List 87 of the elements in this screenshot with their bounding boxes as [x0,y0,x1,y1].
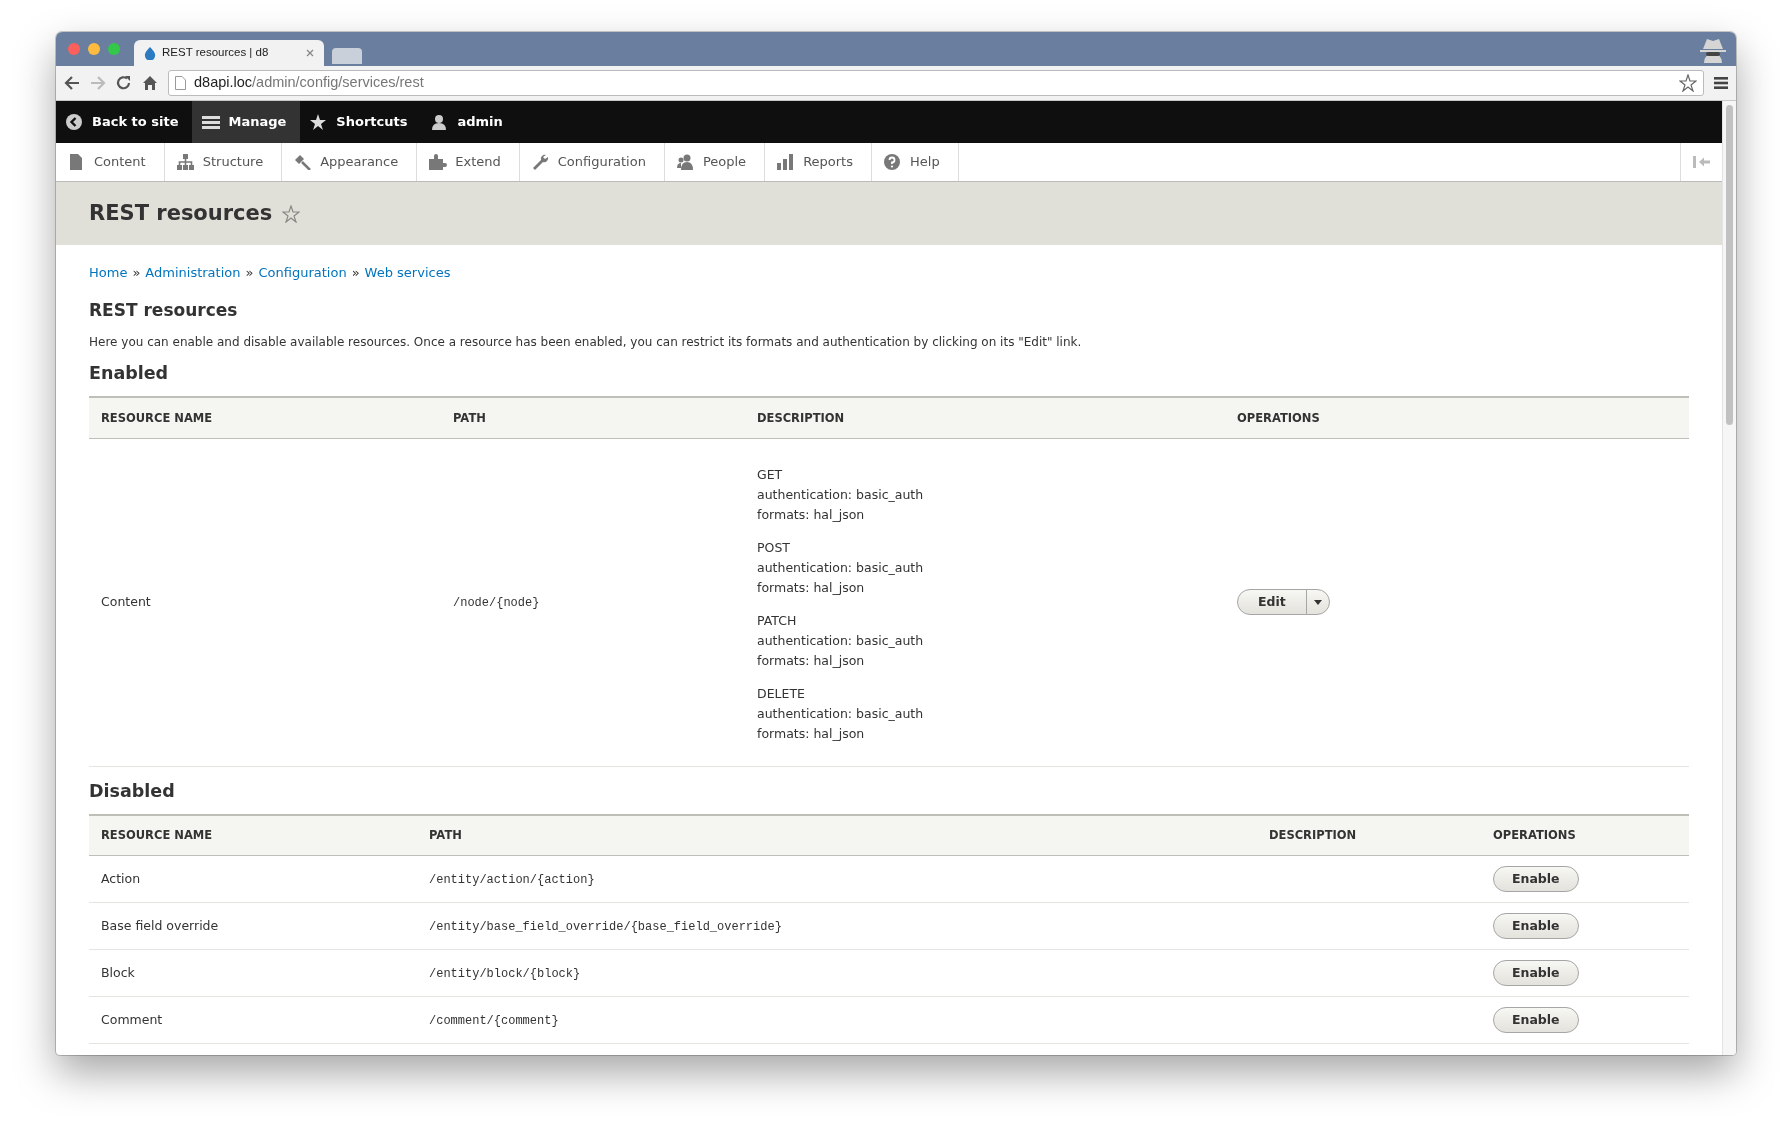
table-cell: Action [101,871,141,886]
caret-icon [1313,599,1322,605]
tray-menu-link[interactable]: Help [872,143,959,181]
breadcrumb-link[interactable]: Administration [145,263,241,283]
paintbrush-icon [294,154,313,170]
star-icon[interactable] [282,204,301,223]
breadcrumb-link[interactable]: Web services [364,263,451,283]
description-line: formats: hal_json [757,724,866,743]
wrench-icon [531,154,550,170]
breadcrumb-separator: » [351,264,360,283]
breadcrumb-link[interactable]: Configuration [258,263,347,283]
menu-icon [202,114,221,130]
reload-icon[interactable] [116,75,132,91]
menu-icon[interactable] [1714,76,1728,90]
table-cell: /entity/block/{block} [429,966,581,981]
description-line: authentication: basic_auth [757,558,925,577]
edit-button[interactable]: Edit [1237,589,1307,616]
home-icon[interactable] [142,75,158,91]
tray-menu-link[interactable]: Structure [164,143,283,181]
description-line: formats: hal_json [757,505,866,524]
address-field[interactable]: d8api.loc/admin/config/services/rest [168,70,1704,96]
tray-menu-link[interactable]: Configuration [519,143,665,181]
help-icon [884,154,902,170]
table-cell: Comment [101,1012,163,1027]
page-icon [175,76,186,90]
column-header: OPERATIONS [1237,410,1320,425]
close-icon[interactable] [306,49,314,57]
people-icon [676,154,695,170]
breadcrumb-separator: » [132,264,141,283]
tray-menu-link[interactable]: Reports [765,143,872,181]
column-header: PATH [429,828,462,842]
description-line: authentication: basic_auth [757,704,925,723]
star-icon[interactable] [1679,74,1697,92]
enable-button[interactable]: Enable [1493,960,1579,987]
table-heading: Disabled [89,780,176,802]
puzzle-icon [429,154,448,170]
enable-button[interactable]: Enable [1493,913,1579,940]
description-line: formats: hal_json [757,578,866,597]
column-header: RESOURCE NAME [101,410,213,425]
method-label: POST [757,538,791,557]
tray-menu-link[interactable]: Extend [417,143,520,181]
table-cell: Block [101,965,135,980]
window-control-button[interactable] [108,43,120,55]
toolbar-tab[interactable]: Manage [192,101,301,143]
table-cell: Base field override [101,918,219,933]
method-label: DELETE [757,684,806,703]
method-label: GET [757,465,784,484]
section-heading: REST resources [89,300,239,321]
table-cell: Content [101,594,151,609]
page-title: REST resources [89,200,273,227]
column-header: PATH [453,410,486,425]
description-line: authentication: basic_auth [757,631,925,650]
browser-tab[interactable]: REST resources | d8 [134,40,324,66]
toolbar-tab[interactable]: Back to site [56,101,193,143]
tray-menu-link[interactable]: People [664,143,766,181]
description-line: authentication: basic_auth [757,485,925,504]
tray-menu-link[interactable]: Appearance [282,143,418,181]
table-heading: Enabled [89,363,170,385]
bar-chart-icon [777,154,796,170]
method-label: PATCH [757,611,798,630]
column-header: OPERATIONS [1493,828,1576,842]
table-cell: /comment/{comment} [429,1013,559,1028]
scrollbar-thumb[interactable] [1726,105,1733,425]
column-header: RESOURCE NAME [101,828,213,842]
breadcrumb-separator: » [245,264,254,283]
incognito-icon [1698,37,1728,63]
toolbar-tab[interactable]: Shortcuts [300,101,422,143]
dropdown-toggle-button[interactable] [1305,589,1330,616]
hierarchy-icon [176,154,195,170]
column-header: DESCRIPTION [1269,828,1357,842]
window-control-button[interactable] [68,43,80,55]
table-cell: /entity/action/{action} [429,872,595,887]
drop-icon [144,46,156,60]
enable-button[interactable]: Enable [1493,866,1579,893]
table-cell: /node/{node} [453,595,540,610]
table-cell: /entity/base_field_override/{base_field_override} [429,919,782,934]
breadcrumb-link[interactable]: Home [89,263,128,283]
tray-menu-link[interactable]: Content [56,143,165,181]
back-icon[interactable] [64,76,80,90]
enable-button[interactable]: Enable [1493,1007,1579,1034]
column-header: DESCRIPTION [757,410,845,425]
window-control-button[interactable] [88,43,100,55]
forward-icon[interactable] [90,76,106,90]
toolbar-tab[interactable]: admin [421,101,517,143]
collapse-icon[interactable] [1692,156,1711,168]
description-text: Here you can enable and disable available resources. Once a resource has been enabled, you can restrict its formats and authentication by clicking on its "Edit" link. [89,334,1083,352]
description-line: formats: hal_json [757,651,866,670]
